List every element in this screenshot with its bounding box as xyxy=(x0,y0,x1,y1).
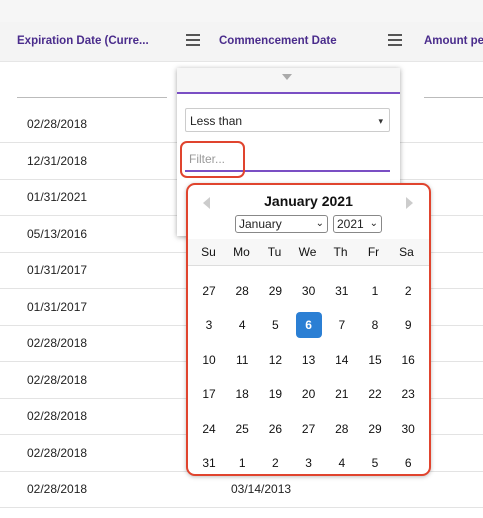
calendar-day[interactable]: 28 xyxy=(329,416,355,442)
month-select[interactable]: January ⌄ xyxy=(235,215,328,233)
calendar-day[interactable]: 5 xyxy=(262,312,288,338)
calendar-day[interactable]: 23 xyxy=(395,381,421,407)
calendar-day[interactable]: 8 xyxy=(362,312,388,338)
filter-input-highlight xyxy=(180,141,245,178)
calendar-day[interactable]: 28 xyxy=(229,278,255,304)
calendar-day[interactable]: 4 xyxy=(329,450,355,474)
year-select[interactable]: 2021 ⌄ xyxy=(333,215,382,233)
calendar-day[interactable]: 7 xyxy=(329,312,355,338)
filter-operator-value: Less than xyxy=(190,114,243,128)
calendar-day[interactable]: 27 xyxy=(196,278,222,304)
calendar-day[interactable]: 15 xyxy=(362,347,388,373)
expiration-date-cell: 12/31/2018 xyxy=(27,153,88,168)
calendar-day[interactable]: 29 xyxy=(262,278,288,304)
calendar-day[interactable]: 30 xyxy=(395,416,421,442)
column-header-expiration-date[interactable]: Expiration Date (Curre... xyxy=(17,22,167,61)
floating-filter-expiration[interactable] xyxy=(17,97,167,98)
calendar-day[interactable]: 13 xyxy=(296,347,322,373)
calendar-day[interactable]: 5 xyxy=(362,450,388,474)
calendar-day[interactable]: 1 xyxy=(362,278,388,304)
calendar-day[interactable]: 2 xyxy=(395,278,421,304)
chevron-down-icon: ⌄ xyxy=(369,218,378,229)
expiration-date-cell: 02/28/2018 xyxy=(27,372,88,387)
weekday-label: Mo xyxy=(233,245,250,259)
calendar-day[interactable]: 1 xyxy=(229,450,255,474)
datepicker: January 2021 January ⌄ 2021 ⌄ Su Mo Tu We Th… xyxy=(186,183,431,476)
calendar-day[interactable]: 11 xyxy=(229,347,255,373)
weekday-label: Th xyxy=(333,245,348,259)
calendar-day[interactable]: 9 xyxy=(395,312,421,338)
weekday-label: We xyxy=(298,245,317,259)
chevron-down-icon: ⌄ xyxy=(315,218,324,229)
calendar-day[interactable]: 21 xyxy=(329,381,355,407)
weekday-label: Su xyxy=(201,245,216,259)
column-header-amount[interactable]: Amount pe xyxy=(424,22,483,61)
weekday-header-row: Su Mo Tu We Th Fr Sa xyxy=(188,239,429,266)
table-row[interactable]: 02/28/2018 03/14/2013 xyxy=(0,471,483,508)
floating-filter-amount[interactable] xyxy=(424,97,483,98)
column-menu-icon[interactable] xyxy=(388,34,402,46)
commencement-date-cell: 03/14/2013 xyxy=(231,482,292,496)
calendar-day[interactable]: 4 xyxy=(229,312,255,338)
calendar-day[interactable]: 30 xyxy=(296,278,322,304)
calendar-day[interactable]: 24 xyxy=(196,416,222,442)
calendar-day[interactable]: 16 xyxy=(395,347,421,373)
calendar-day[interactable]: 3 xyxy=(196,312,222,338)
expiration-date-cell: 05/13/2016 xyxy=(27,226,88,241)
calendar-day[interactable]: 18 xyxy=(229,381,255,407)
weekday-label: Sa xyxy=(399,245,414,259)
expiration-date-cell: 02/28/2018 xyxy=(27,445,88,460)
calendar-day[interactable]: 10 xyxy=(196,347,222,373)
calendar-day[interactable]: 20 xyxy=(296,381,322,407)
calendar-day[interactable]: 25 xyxy=(229,416,255,442)
expiration-date-cell: 01/31/2017 xyxy=(27,299,88,314)
calendar-day[interactable]: 14 xyxy=(329,347,355,373)
expiration-date-cell: 02/28/2018 xyxy=(27,482,88,496)
calendar-day[interactable]: 27 xyxy=(296,416,322,442)
calendar-day-selected[interactable]: 6 xyxy=(295,312,322,339)
calendar-day[interactable]: 19 xyxy=(262,381,288,407)
calendar-day[interactable]: 2 xyxy=(262,450,288,474)
column-header-commencement-date[interactable]: Commencement Date xyxy=(219,22,369,61)
expiration-date-cell: 01/31/2017 xyxy=(27,263,88,277)
calendar-day[interactable]: 31 xyxy=(196,450,222,474)
calendar-day[interactable]: 17 xyxy=(196,381,222,407)
expiration-date-cell: 01/31/2021 xyxy=(27,190,88,204)
datepicker-title: January 2021 xyxy=(264,193,353,209)
column-menu-icon[interactable] xyxy=(186,34,200,46)
expiration-date-cell: 02/28/2018 xyxy=(27,409,88,423)
filter-tab-bar xyxy=(177,68,400,94)
year-select-value: 2021 xyxy=(337,217,364,231)
chevron-down-icon: ▾ xyxy=(378,116,383,126)
calendar-day[interactable]: 12 xyxy=(262,347,288,373)
weekday-label: Fr xyxy=(367,245,380,259)
calendar-day[interactable]: 31 xyxy=(329,278,355,304)
grid-header: Expiration Date (Curre... Commencement D… xyxy=(0,22,483,62)
calendar-day[interactable]: 3 xyxy=(296,450,322,474)
calendar-day[interactable]: 22 xyxy=(362,381,388,407)
weekday-label: Tu xyxy=(267,245,282,259)
filter-funnel-icon[interactable] xyxy=(282,74,292,80)
filter-operator-select[interactable]: Less than ▾ xyxy=(185,108,390,132)
calendar-day[interactable]: 26 xyxy=(262,416,288,442)
expiration-date-cell: 02/28/2018 xyxy=(27,336,88,350)
calendar-day[interactable]: 6 xyxy=(395,450,421,474)
month-select-value: January xyxy=(239,217,282,231)
calendar-day[interactable]: 29 xyxy=(362,416,388,442)
grid-top-strip xyxy=(0,0,483,22)
expiration-date-cell: 02/28/2018 xyxy=(27,117,88,131)
